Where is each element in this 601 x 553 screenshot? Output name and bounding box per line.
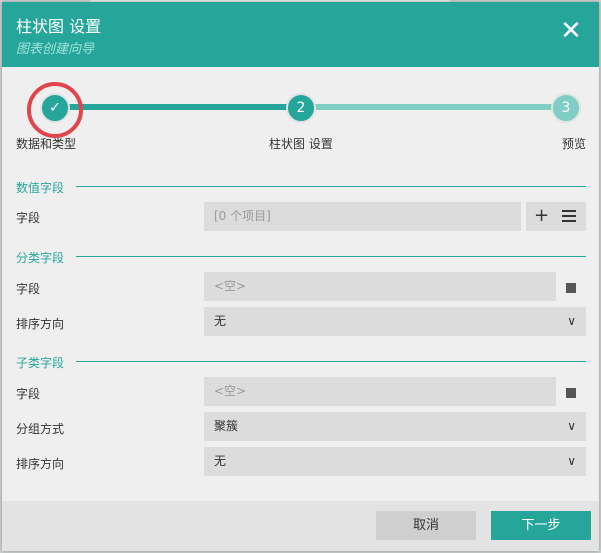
subcategory-sort-label: 排序方向 bbox=[16, 457, 65, 471]
chevron-down-icon: ∨ bbox=[567, 419, 576, 433]
category-sort-select[interactable]: 无 ∨ bbox=[204, 307, 586, 336]
section-divider bbox=[76, 361, 586, 362]
subcategory-field-input[interactable]: <空> bbox=[204, 377, 556, 406]
step-2-circle[interactable]: 2 bbox=[286, 93, 316, 123]
subcategory-field-clear-icon[interactable] bbox=[566, 388, 576, 398]
category-field-label: 字段 bbox=[16, 282, 41, 296]
category-field-clear-icon[interactable] bbox=[566, 283, 576, 293]
next-button[interactable]: 下一步 bbox=[491, 511, 591, 540]
category-section-title: 分类字段 bbox=[16, 251, 65, 265]
subcategory-group-value: 聚簇 bbox=[214, 419, 239, 433]
category-sort-value: 无 bbox=[214, 314, 227, 328]
stepper-progress-done bbox=[54, 104, 302, 110]
value-field-actions: + bbox=[526, 202, 586, 231]
add-icon[interactable]: + bbox=[534, 205, 549, 227]
step-3-label: 预览 bbox=[562, 137, 587, 151]
menu-icon[interactable] bbox=[562, 210, 576, 222]
section-divider bbox=[76, 186, 586, 187]
highlight-ring bbox=[27, 82, 83, 138]
chevron-down-icon: ∨ bbox=[567, 454, 576, 468]
cancel-button[interactable]: 取消 bbox=[376, 511, 476, 540]
value-field-list[interactable]: [0 个项目] bbox=[204, 202, 521, 231]
dialog-footer: 取消 下一步 bbox=[2, 501, 599, 551]
step-3-circle[interactable]: 3 bbox=[551, 93, 581, 123]
value-field-label: 字段 bbox=[16, 211, 41, 225]
subcategory-group-select[interactable]: 聚簇 ∨ bbox=[204, 412, 586, 441]
category-field-input[interactable]: <空> bbox=[204, 272, 556, 301]
subcategory-field-label: 字段 bbox=[16, 387, 41, 401]
section-divider bbox=[76, 256, 586, 257]
dialog-header: 柱状图 设置 图表创建向导 ✕ bbox=[2, 2, 599, 67]
chart-wizard-dialog: 柱状图 设置 图表创建向导 ✕ ✓ 2 3 数据和类型 柱状图 设置 预览 数值… bbox=[2, 2, 599, 551]
subcategory-section-title: 子类字段 bbox=[16, 356, 65, 370]
subcategory-sort-value: 无 bbox=[214, 454, 227, 468]
subcategory-sort-select[interactable]: 无 ∨ bbox=[204, 447, 586, 476]
category-sort-label: 排序方向 bbox=[16, 317, 65, 331]
stepper-progress-pending bbox=[302, 104, 566, 110]
step-2-label: 柱状图 设置 bbox=[269, 137, 333, 151]
dialog-subtitle: 图表创建向导 bbox=[16, 42, 95, 57]
value-section-title: 数值字段 bbox=[16, 181, 65, 195]
dialog-title: 柱状图 设置 bbox=[16, 17, 102, 36]
subcategory-group-label: 分组方式 bbox=[16, 422, 65, 436]
wizard-stepper: ✓ 2 3 数据和类型 柱状图 设置 预览 bbox=[2, 67, 599, 167]
chevron-down-icon: ∨ bbox=[567, 314, 576, 328]
close-icon[interactable]: ✕ bbox=[557, 17, 585, 45]
step-1-label: 数据和类型 bbox=[16, 137, 77, 151]
